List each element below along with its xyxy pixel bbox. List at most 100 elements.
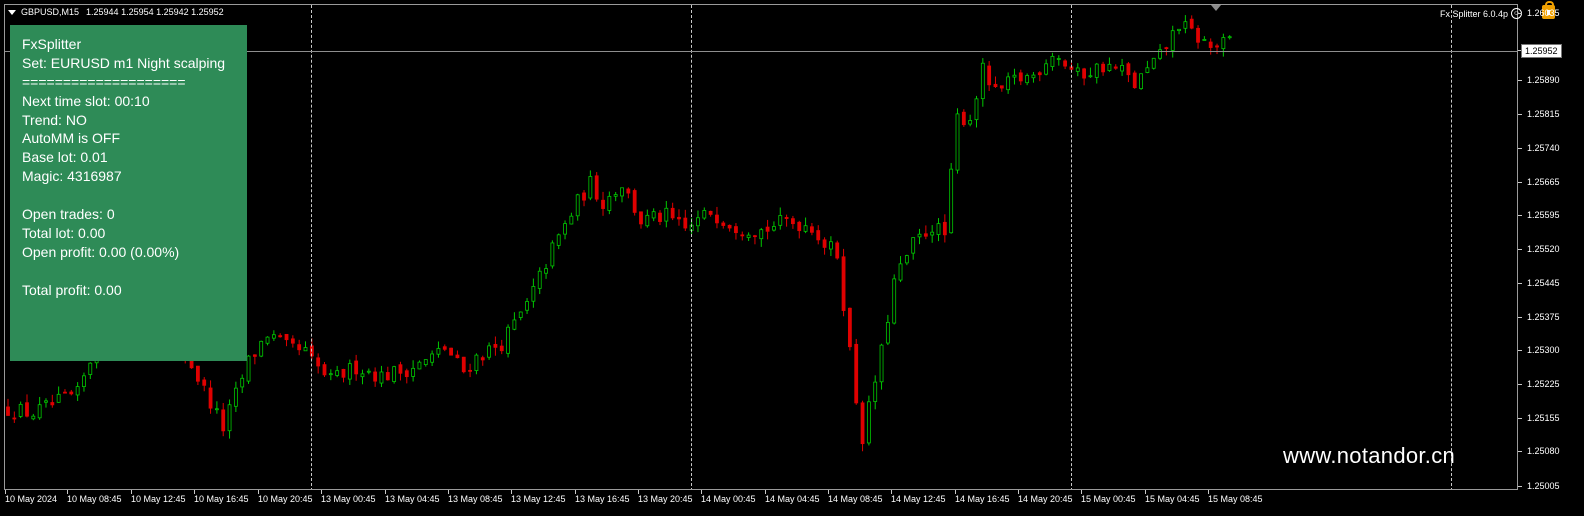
- candle-body: [1151, 57, 1156, 69]
- candle-body: [651, 211, 656, 219]
- candle-body: [6, 406, 10, 416]
- candle-body: [1120, 65, 1124, 72]
- info-line: Open profit: 0.00 (0.00%): [22, 243, 180, 260]
- candle-body: [398, 364, 403, 374]
- expert-advisor-label[interactable]: Fx Splitter 6.0.4p ☺: [1440, 8, 1522, 19]
- candle-body: [746, 234, 751, 239]
- candle-body: [379, 371, 384, 384]
- expert-info-panel: FxSplitter Set: EURUSD m1 Night scalping =…: [10, 25, 247, 361]
- candle-body: [44, 400, 48, 403]
- candle-body: [968, 120, 973, 125]
- candle-body: [1126, 63, 1131, 76]
- price-tick: [1518, 317, 1522, 318]
- candle-body: [1056, 58, 1061, 60]
- candle-body: [1183, 21, 1188, 29]
- price-label: 1.25890: [1527, 75, 1560, 85]
- dropdown-triangle-icon[interactable]: [8, 9, 16, 15]
- symbol-header[interactable]: GBPUSD,M15 1.25944 1.25954 1.25942 1.259…: [8, 7, 224, 17]
- time-axis[interactable]: 10 May 2024 10 May 08:45 10 May 12:45 10 Ma…: [4, 490, 1518, 516]
- candle-body: [658, 212, 662, 222]
- info-line: Set: EURUSD m1 Night scalping: [22, 54, 226, 71]
- candle-body: [341, 368, 346, 378]
- candle-body: [322, 364, 327, 376]
- candle-body: [708, 210, 713, 215]
- candle-body: [860, 402, 865, 445]
- candle-body: [246, 355, 251, 382]
- price-tick: [1518, 486, 1522, 487]
- time-label: 10 May 08:45: [67, 494, 122, 504]
- price-label: 1.25520: [1527, 244, 1560, 254]
- day-separator: [311, 5, 312, 489]
- price-axis[interactable]: 1.260351.259651.258901.258151.257401.256…: [1518, 4, 1584, 491]
- candle-body: [835, 242, 840, 259]
- candle-body: [885, 322, 890, 344]
- candle-body: [366, 370, 371, 373]
- time-label: 14 May 16:45: [955, 494, 1010, 504]
- price-tick: [1518, 384, 1522, 385]
- time-label: 15 May 08:45: [1208, 494, 1263, 504]
- candle-body: [772, 226, 776, 231]
- candle-body: [290, 338, 295, 344]
- candle-body: [974, 98, 979, 121]
- candle-body: [987, 65, 992, 86]
- candle-body: [518, 311, 523, 318]
- candle-body: [727, 224, 732, 229]
- price-tick: [1518, 350, 1522, 351]
- candle-body: [1227, 36, 1232, 39]
- chart-shift-marker-icon[interactable]: [1211, 5, 1221, 11]
- price-label: 1.25445: [1527, 278, 1560, 288]
- candle-body: [797, 221, 802, 232]
- time-label: 15 May 04:45: [1145, 494, 1200, 504]
- candle-body: [347, 363, 352, 380]
- candle-body: [816, 230, 821, 241]
- candle-body: [645, 214, 650, 227]
- candle-body: [468, 369, 472, 372]
- candle-body: [271, 334, 276, 339]
- candle-body: [847, 307, 852, 348]
- price-label: 1.25155: [1527, 413, 1560, 423]
- candle-body: [1025, 75, 1030, 84]
- candle-body: [942, 221, 947, 236]
- candle-body: [639, 211, 643, 225]
- candle-body: [993, 83, 998, 88]
- candle-body: [499, 345, 504, 352]
- candle-body: [601, 199, 605, 209]
- candle-body: [461, 356, 466, 373]
- candle-body: [753, 235, 757, 238]
- time-label: 13 May 20:45: [638, 494, 693, 504]
- candle-body: [316, 357, 321, 367]
- candle-body: [544, 268, 548, 274]
- time-label: 15 May 00:45: [1081, 494, 1136, 504]
- candle-body: [278, 335, 283, 338]
- time-label: 14 May 08:45: [828, 494, 883, 504]
- candle-body: [512, 319, 517, 330]
- candle-body: [423, 359, 428, 366]
- candle-body: [1164, 47, 1169, 50]
- candle-body: [569, 215, 574, 225]
- candle-body: [702, 210, 707, 219]
- candle-body: [632, 190, 637, 213]
- candle-body: [917, 233, 922, 238]
- candle-body: [999, 85, 1004, 89]
- candle-body: [1170, 30, 1175, 51]
- current-price-label: 1.25952: [1521, 44, 1562, 58]
- candle-body: [335, 370, 340, 376]
- candle-body: [480, 357, 485, 361]
- candle-body: [430, 353, 435, 363]
- ohlc-quotes: 1.25944 1.25954 1.25942 1.25952: [86, 7, 224, 17]
- candle-body: [1215, 45, 1219, 48]
- candle-body: [980, 62, 985, 100]
- time-label: 10 May 12:45: [131, 494, 186, 504]
- candle-body: [721, 222, 726, 226]
- candle-body: [1145, 67, 1150, 73]
- candle-body: [487, 345, 491, 358]
- candle-body: [328, 373, 333, 376]
- info-line: Open trades: 0: [22, 206, 115, 223]
- candle-body: [506, 326, 510, 354]
- day-separator: [1451, 5, 1452, 489]
- price-tick: [1518, 148, 1522, 149]
- candle-body: [214, 408, 219, 411]
- candle-body: [195, 365, 200, 382]
- price-tick: [1518, 451, 1522, 452]
- candle-body: [1208, 41, 1213, 48]
